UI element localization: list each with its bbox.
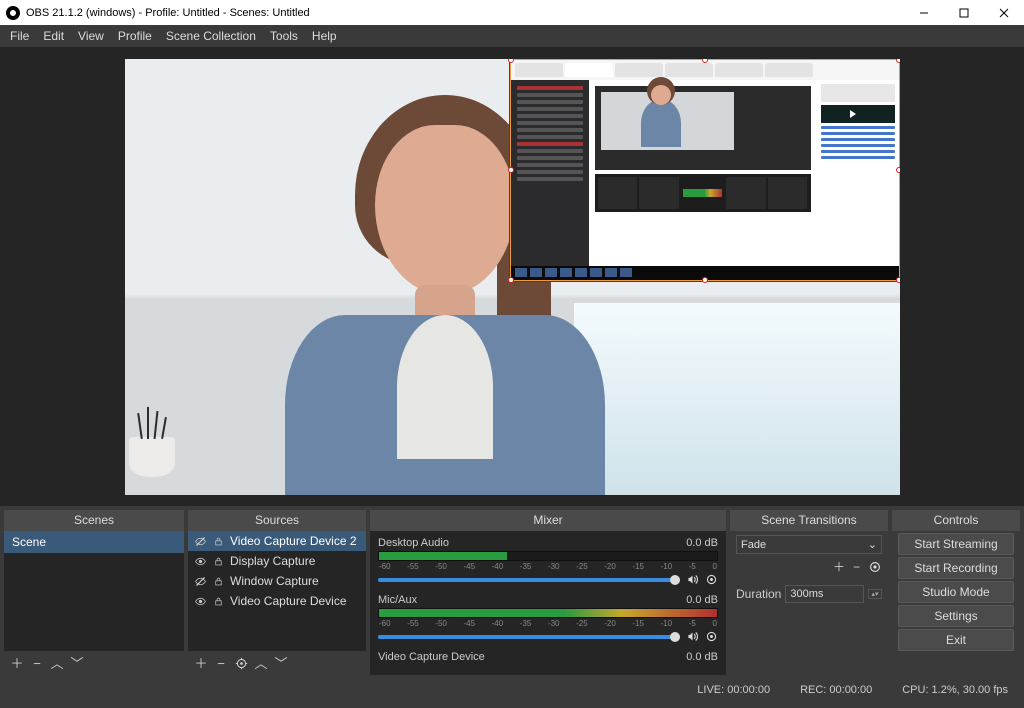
meter-ticks: -60-55-50-45-40-35-30-25-20-15-10-50 [378, 562, 718, 571]
settings-button[interactable]: Settings [898, 605, 1014, 627]
eye-icon[interactable] [194, 555, 207, 568]
source-item[interactable]: Display Capture [188, 551, 366, 571]
source-up-button[interactable]: ︿ [254, 656, 268, 670]
mixer-body: Desktop Audio 0.0 dB -60-55-50-45-40-35-3… [370, 531, 726, 675]
status-cpu: CPU: 1.2%, 30.00 fps [902, 684, 1008, 696]
display-capture-source[interactable] [510, 59, 900, 281]
gear-icon[interactable] [705, 573, 718, 586]
scenes-list[interactable]: Scene [4, 531, 184, 651]
start-streaming-button[interactable]: Start Streaming [898, 533, 1014, 555]
source-down-button[interactable]: ﹀ [274, 656, 288, 670]
controls-header: Controls [892, 510, 1020, 531]
eye-icon[interactable] [194, 595, 207, 608]
channel-db: 0.0 dB [686, 537, 718, 549]
close-button[interactable] [984, 0, 1024, 25]
vu-meter [378, 608, 718, 618]
source-label: Display Capture [230, 554, 315, 568]
source-label: Video Capture Device 2 [230, 534, 357, 548]
menubar: File Edit View Profile Scene Collection … [0, 25, 1024, 47]
eye-slash-icon[interactable] [194, 575, 207, 588]
status-rec: REC: 00:00:00 [800, 684, 872, 696]
duration-stepper[interactable]: ▴▾ [868, 589, 882, 599]
mixer-channel: Mic/Aux 0.0 dB -60-55-50-45-40-35-30-25-2… [370, 588, 726, 645]
scenes-panel: Scenes Scene ＋ − ︿ ﹀ [4, 510, 184, 675]
menu-view[interactable]: View [78, 29, 104, 43]
status-live: LIVE: 00:00:00 [697, 684, 770, 696]
lock-icon[interactable] [212, 535, 225, 548]
window-title: OBS 21.1.2 (windows) - Profile: Untitled… [26, 7, 310, 19]
sources-list[interactable]: Video Capture Device 2 Display Capture W… [188, 531, 366, 651]
titlebar: OBS 21.1.2 (windows) - Profile: Untitled… [0, 0, 1024, 25]
source-item[interactable]: Video Capture Device 2 [188, 531, 366, 551]
transition-remove-button[interactable]: − [853, 560, 860, 574]
menu-help[interactable]: Help [312, 29, 337, 43]
scene-up-button[interactable]: ︿ [50, 656, 64, 670]
lock-icon[interactable] [212, 595, 225, 608]
channel-db: 0.0 dB [686, 651, 718, 663]
channel-label: Video Capture Device [378, 651, 485, 663]
controls-panel: Controls Start Streaming Start Recording… [892, 510, 1020, 675]
minimize-button[interactable] [904, 0, 944, 25]
preview-canvas[interactable] [125, 59, 900, 495]
lock-icon[interactable] [212, 555, 225, 568]
maximize-button[interactable] [944, 0, 984, 25]
volume-slider[interactable] [378, 635, 680, 639]
menu-tools[interactable]: Tools [270, 29, 298, 43]
scenes-header: Scenes [4, 510, 184, 531]
mixer-channel: Video Capture Device 0.0 dB [370, 645, 726, 663]
eye-slash-icon[interactable] [194, 535, 207, 548]
scene-item[interactable]: Scene [4, 531, 184, 553]
source-add-button[interactable]: ＋ [194, 656, 208, 670]
exit-button[interactable]: Exit [898, 629, 1014, 651]
channel-db: 0.0 dB [686, 594, 718, 606]
source-label: Window Capture [230, 574, 319, 588]
channel-label: Mic/Aux [378, 594, 417, 606]
preview-area[interactable] [0, 47, 1024, 506]
status-bar: LIVE: 00:00:00 REC: 00:00:00 CPU: 1.2%, … [0, 679, 1024, 701]
transitions-header: Scene Transitions [730, 510, 888, 531]
menu-edit[interactable]: Edit [43, 29, 64, 43]
source-remove-button[interactable]: − [214, 656, 228, 670]
studio-mode-button[interactable]: Studio Mode [898, 581, 1014, 603]
transition-select[interactable]: Fade⌄ [736, 535, 882, 554]
meter-ticks: -60-55-50-45-40-35-30-25-20-15-10-50 [378, 619, 718, 628]
duration-input[interactable]: 300ms [785, 585, 864, 603]
channel-label: Desktop Audio [378, 537, 449, 549]
transitions-panel: Scene Transitions Fade⌄ ＋ − Duration 300… [730, 510, 888, 675]
scene-down-button[interactable]: ﹀ [70, 656, 84, 670]
duration-label: Duration [736, 587, 781, 601]
transition-add-button[interactable]: ＋ [833, 558, 845, 575]
speaker-icon[interactable] [686, 573, 699, 586]
gear-icon[interactable] [705, 630, 718, 643]
mixer-header: Mixer [370, 510, 726, 531]
source-settings-button[interactable] [234, 656, 248, 670]
source-item[interactable]: Video Capture Device [188, 591, 366, 611]
mixer-channel: Desktop Audio 0.0 dB -60-55-50-45-40-35-3… [370, 531, 726, 588]
start-recording-button[interactable]: Start Recording [898, 557, 1014, 579]
mixer-panel: Mixer Desktop Audio 0.0 dB -60-55-50-45-4… [370, 510, 726, 675]
scene-add-button[interactable]: ＋ [10, 656, 24, 670]
sources-header: Sources [188, 510, 366, 531]
app-icon [6, 6, 20, 20]
source-item[interactable]: Window Capture [188, 571, 366, 591]
scene-remove-button[interactable]: − [30, 656, 44, 670]
source-label: Video Capture Device [230, 594, 347, 608]
transition-settings-button[interactable] [868, 560, 882, 574]
speaker-icon[interactable] [686, 630, 699, 643]
vu-meter [378, 551, 718, 561]
bottom-panels: Scenes Scene ＋ − ︿ ﹀ Sources Video Captu… [0, 506, 1024, 679]
sources-panel: Sources Video Capture Device 2 Display C… [188, 510, 366, 675]
menu-profile[interactable]: Profile [118, 29, 152, 43]
lock-icon[interactable] [212, 575, 225, 588]
chevron-down-icon: ⌄ [868, 538, 877, 551]
volume-slider[interactable] [378, 578, 680, 582]
menu-file[interactable]: File [10, 29, 29, 43]
menu-scene-collection[interactable]: Scene Collection [166, 29, 256, 43]
